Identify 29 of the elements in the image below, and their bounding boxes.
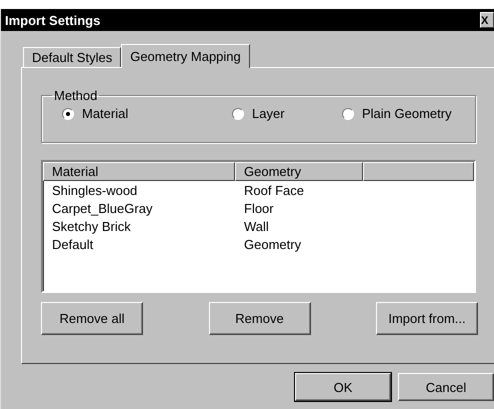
radio-label: Material bbox=[82, 106, 128, 121]
close-button[interactable]: X bbox=[480, 12, 494, 28]
radio-label: Plain Geometry bbox=[362, 106, 452, 121]
radio-icon[interactable] bbox=[232, 108, 244, 120]
table-cell-text: Floor bbox=[243, 200, 275, 216]
radio-option[interactable]: Material bbox=[62, 106, 232, 121]
table-cell-text: Roof Face bbox=[243, 182, 305, 198]
action-button[interactable]: Remove bbox=[208, 302, 310, 335]
column-header[interactable]: Material bbox=[43, 162, 235, 181]
action-button[interactable]: Import from... bbox=[376, 302, 478, 335]
table-cell-text: Shingles-wood bbox=[51, 182, 138, 198]
radio-icon[interactable] bbox=[62, 108, 74, 120]
table-cell-text: Geometry bbox=[243, 236, 302, 252]
action-button[interactable]: Remove all bbox=[41, 302, 143, 335]
radio-option[interactable]: Plain Geometry bbox=[342, 106, 462, 121]
table-cell-text: Wall bbox=[243, 218, 270, 234]
table-cell-text: Carpet_BlueGray bbox=[51, 200, 154, 216]
window-title: Import Settings bbox=[5, 12, 100, 28]
radio-icon[interactable] bbox=[342, 108, 354, 120]
dialog-button[interactable]: OK bbox=[295, 373, 391, 401]
group-label: Method bbox=[53, 88, 98, 103]
tab[interactable]: Geometry Mapping bbox=[121, 44, 250, 68]
tab[interactable]: Default Styles bbox=[23, 47, 122, 67]
table-cell-text: Default bbox=[51, 236, 94, 252]
dialog-button[interactable]: Cancel bbox=[398, 373, 494, 401]
radio-option[interactable]: Layer bbox=[232, 106, 342, 121]
table-cell-text: Sketchy Brick bbox=[51, 218, 132, 234]
radio-label: Layer bbox=[252, 106, 285, 121]
column-header[interactable]: Geometry bbox=[235, 162, 363, 181]
